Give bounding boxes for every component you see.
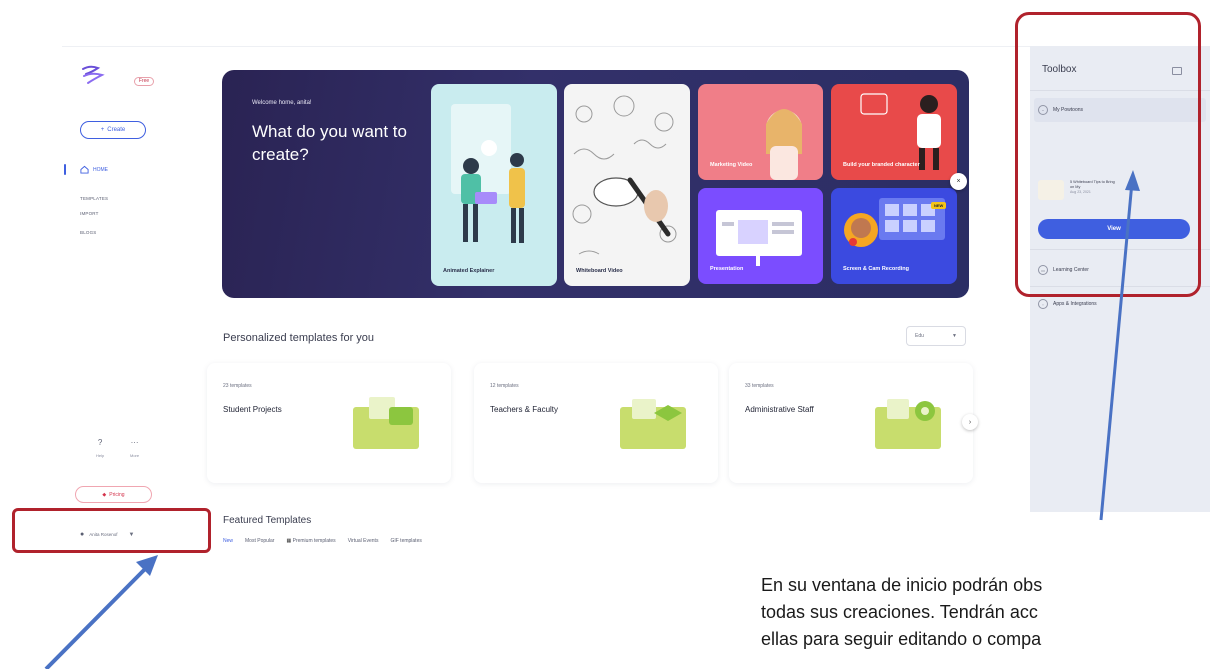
caption-line: En su ventana de inicio podrán obs xyxy=(761,575,1043,595)
create-button[interactable]: + Create xyxy=(80,121,146,139)
pricing-button[interactable]: ◆ Pricing xyxy=(75,486,152,503)
home-icon xyxy=(80,165,89,174)
card-branded-character[interactable]: Build your branded character xyxy=(831,84,957,180)
card-label: Screen & Cam Recording xyxy=(843,266,910,272)
app-logo[interactable] xyxy=(80,64,106,88)
premium-icon: ▦ xyxy=(286,538,292,544)
card-whiteboard-video[interactable]: Whiteboard Video xyxy=(564,84,690,286)
template-count: 23 templates xyxy=(223,383,252,389)
card-marketing-video[interactable]: Marketing Video xyxy=(698,84,823,180)
template-card-student-projects[interactable]: 23 templates Student Projects xyxy=(207,363,451,483)
chevron-down-icon: ▼ xyxy=(952,333,957,339)
chevron-right-icon: › xyxy=(968,418,972,426)
new-badge: NEW xyxy=(931,202,947,209)
card-animated-explainer[interactable]: Animated Explainer xyxy=(431,84,557,286)
apps-integrations-section[interactable]: ▫ Apps & Integrations xyxy=(1038,299,1097,309)
caption-line: todas sus creaciones. Tendrán acc xyxy=(761,602,1038,622)
diamond-icon: ◆ xyxy=(102,491,107,498)
help-label: Help xyxy=(96,453,105,458)
select-value: Edu xyxy=(915,333,924,339)
question-icon: ? xyxy=(97,438,103,447)
pricing-label: Pricing xyxy=(109,491,125,498)
whiteboard-illustration xyxy=(572,95,677,255)
featured-title: Featured Templates xyxy=(223,515,312,526)
more-button[interactable]: ··· More xyxy=(130,438,139,458)
explainer-illustration xyxy=(451,104,525,243)
template-card-teachers-faculty[interactable]: 12 templates Teachers & Faculty xyxy=(474,363,718,483)
help-button[interactable]: ? Help xyxy=(96,438,104,458)
tab-label: Premium templates xyxy=(292,538,336,544)
tab-new[interactable]: New xyxy=(223,538,233,544)
more-label: More xyxy=(130,453,140,458)
close-icon: × xyxy=(956,178,961,185)
next-arrow-button[interactable]: › xyxy=(962,414,978,430)
tab-most-popular[interactable]: Most Popular xyxy=(245,538,274,544)
sidebar-item-blogs[interactable]: BLOGS xyxy=(80,230,97,235)
template-name: Administrative Staff xyxy=(745,405,814,414)
hero-banner: Welcome home, anita! What do you want to… xyxy=(222,70,969,298)
hero-title: What do you want to create? xyxy=(252,122,407,164)
ellipsis-icon: ··· xyxy=(130,438,139,447)
annotation-arrow-user-head xyxy=(136,555,158,576)
template-count: 33 templates xyxy=(745,383,774,389)
annotation-caption: En su ventana de inicio podrán obs todas… xyxy=(761,572,1210,653)
tab-gif-templates[interactable]: GIF templates xyxy=(390,538,421,544)
personalized-title: Personalized templates for you xyxy=(223,332,375,344)
screen: Free + Create HOME TEMPLATES IMPORT BLOG… xyxy=(0,0,1210,669)
plan-badge: Free xyxy=(134,77,154,86)
card-presentation[interactable]: Presentation xyxy=(698,188,823,284)
card-label: Animated Explainer xyxy=(443,268,495,274)
template-card-administrative-staff[interactable]: 33 templates Administrative Staff xyxy=(729,363,973,483)
create-label: Create xyxy=(107,127,126,133)
annotation-highlight-user-menu xyxy=(12,508,211,553)
apps-icon: ▫ xyxy=(1038,299,1048,309)
section-label: Apps & Integrations xyxy=(1053,301,1097,307)
template-name: Student Projects xyxy=(223,405,282,414)
sidebar-item-templates[interactable]: TEMPLATES xyxy=(80,196,108,201)
folder-icon xyxy=(353,397,419,449)
hero-close-button[interactable]: × xyxy=(950,173,967,190)
audience-select[interactable]: Edu ▼ xyxy=(906,326,966,346)
sidebar-item-label: HOME xyxy=(93,166,108,173)
card-label: Build your branded character xyxy=(843,162,920,168)
card-label: Whiteboard Video xyxy=(576,268,623,274)
card-screen-cam-recording[interactable]: NEW Screen & Cam Recording xyxy=(831,188,957,284)
card-label: Marketing Video xyxy=(710,162,753,168)
plus-icon: + xyxy=(100,127,105,133)
nav-active-indicator xyxy=(64,164,66,175)
template-count: 12 templates xyxy=(490,383,519,389)
card-label: Presentation xyxy=(710,266,744,272)
featured-tabs: New Most Popular ▦ Premium templates Vir… xyxy=(223,538,422,544)
tab-virtual-events[interactable]: Virtual Events xyxy=(348,538,379,544)
template-name: Teachers & Faculty xyxy=(490,405,559,414)
caption-line: ellas para seguir editando o compa xyxy=(761,629,1042,649)
sidebar-item-import[interactable]: IMPORT xyxy=(80,211,99,216)
annotation-arrow-user xyxy=(44,564,150,669)
folder-icon xyxy=(620,399,686,449)
sidebar-item-home[interactable]: HOME xyxy=(80,165,108,174)
annotation-highlight-toolbox xyxy=(1015,12,1201,297)
tab-premium-templates[interactable]: ▦ Premium templates xyxy=(286,538,335,544)
folder-icon xyxy=(875,399,941,449)
welcome-text: Welcome home, anita! xyxy=(252,100,312,106)
